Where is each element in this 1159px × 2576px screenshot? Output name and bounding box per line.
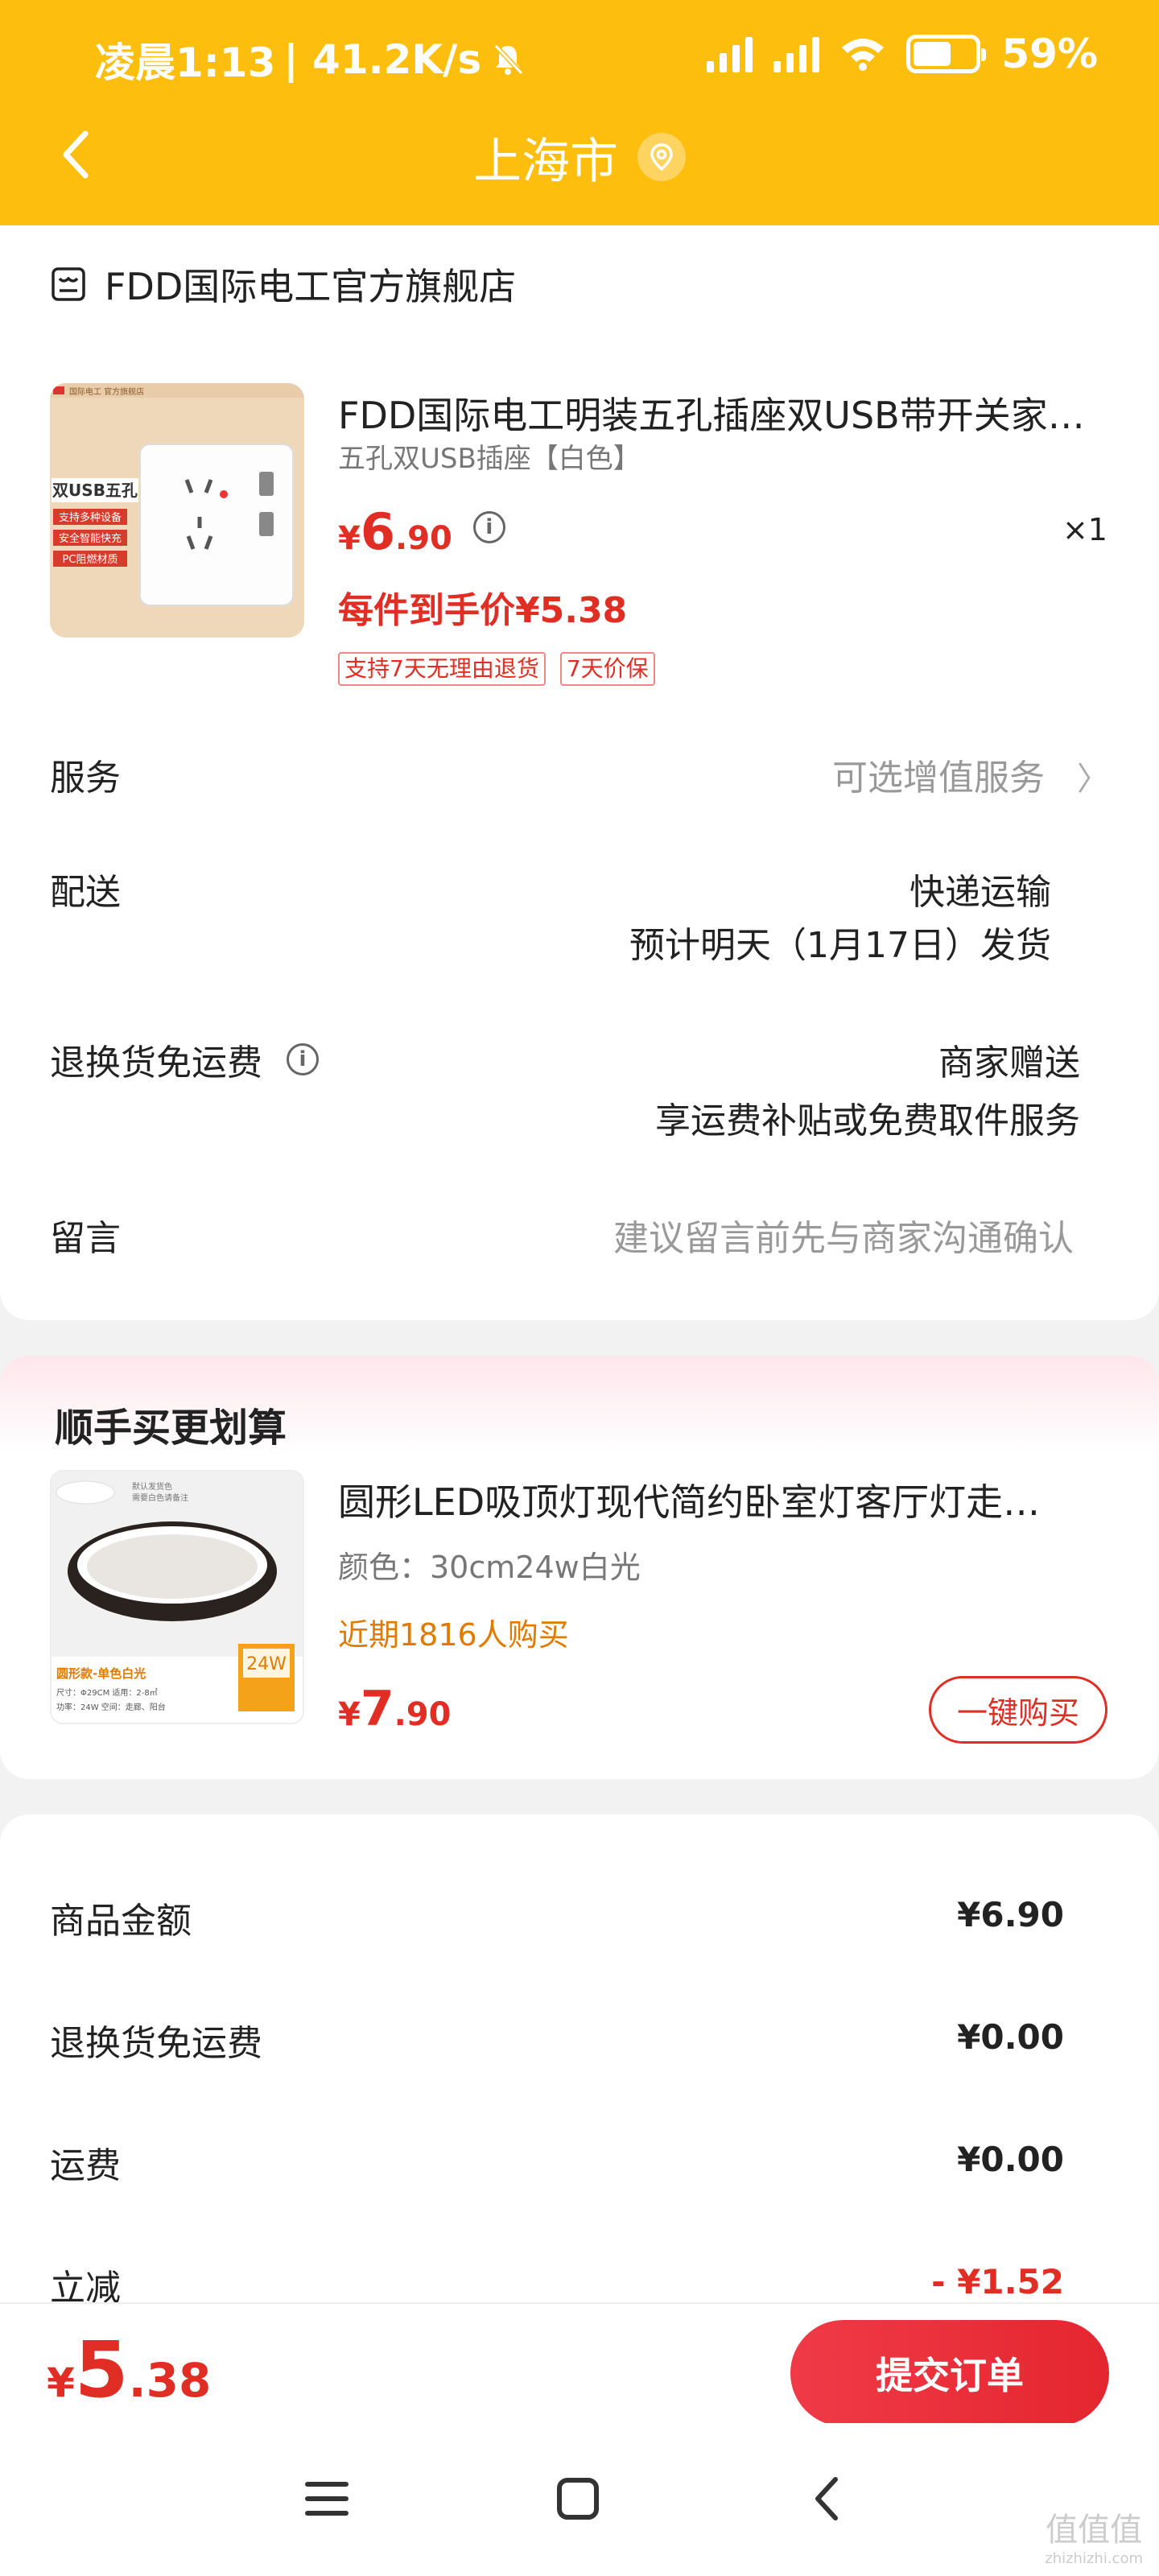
summary-card: 商品金额 ¥6.90 退换货免运费 ¥0.00 运费 ¥0.00 立减 - ¥1…	[0, 1814, 1159, 2309]
bottom-bar: ¥ 5 .38 提交订单	[0, 2302, 1159, 2426]
status-bar: 凌晨1:13 | 41.2K/s 59%	[0, 23, 1159, 90]
recommend-name[interactable]: 圆形LED吸顶灯现代简约卧室灯客厅灯走…	[338, 1473, 1095, 1526]
service-value: 可选增值服务	[832, 758, 1045, 799]
quantity[interactable]: ×1	[1062, 512, 1107, 547]
recommend-card: 顺手买更划算 默认发货色 需要白色请备注 24W 圆形款-单色白光 尺寸：Φ29…	[0, 1356, 1159, 1779]
product-tags: 支持7天无理由退货 7天价保	[338, 652, 655, 686]
signal-icon-2	[773, 35, 820, 72]
system-back-button[interactable]	[806, 2476, 852, 2524]
watermark: 值值值 zhizhizhi.com	[1045, 2504, 1143, 2567]
summary-discount-value: - ¥1.52	[931, 2262, 1064, 2301]
return-value-2: 享运费补贴或免费取件服务	[655, 1100, 1080, 1141]
battery-icon	[906, 35, 987, 73]
summary-shipping-label: 运费	[50, 2145, 121, 2186]
status-net-speed: | 41.2K/s	[283, 36, 482, 83]
price-int: 6	[360, 502, 395, 561]
shop-icon	[52, 267, 85, 301]
total-int: 5	[74, 2325, 129, 2415]
tag-price-protect: 7天价保	[559, 652, 655, 686]
service-selector[interactable]: 可选增值服务 〉	[832, 749, 1109, 800]
svg-text:支持多种设备: 支持多种设备	[59, 511, 122, 524]
rec-price-dec: .90	[394, 1696, 452, 1733]
summary-goods-value: ¥6.90	[957, 1895, 1064, 1934]
shop-name: FDD国际电工官方旗舰店	[105, 265, 517, 308]
signal-icon	[707, 35, 753, 72]
summary-return-label: 退换货免运费	[50, 2023, 262, 2064]
svg-text:尺寸：Φ29CM 适用：2-8㎡: 尺寸：Φ29CM 适用：2-8㎡	[56, 1687, 158, 1698]
price-info-icon[interactable]: i	[472, 510, 505, 543]
delivery-method[interactable]: 快递运输	[909, 863, 1051, 914]
order-card: FDD国际电工官方旗舰店 国际电工 官方旗舰店 双USB五孔 支持多种设备 安全…	[0, 225, 1159, 1320]
message-input[interactable]: 建议留言前先与商家沟通确认	[613, 1209, 1074, 1261]
total-price: ¥ 5 .38	[47, 2325, 211, 2415]
location-button[interactable]	[637, 133, 686, 181]
menu-icon	[305, 2482, 349, 2516]
recommend-title: 顺手买更划算	[55, 1406, 287, 1451]
recommend-price: ¥ 7 .90	[338, 1681, 451, 1737]
watermark-main: 值值值	[1046, 2512, 1143, 2549]
status-right: 59%	[707, 31, 1098, 77]
recommend-image-art: 默认发货色 需要白色请备注 24W 圆形款-单色白光 尺寸：Φ29CM 适用：2…	[52, 1472, 303, 1723]
recommend-spec[interactable]: 颜色：30cm24w白光	[338, 1542, 641, 1587]
svg-text:需要白色请备注: 需要白色请备注	[132, 1492, 188, 1503]
summary-return-value: ¥0.00	[957, 2017, 1064, 2057]
total-dec: .38	[128, 2353, 212, 2408]
rec-price-yen: ¥	[338, 1696, 361, 1733]
delivery-label: 配送	[50, 872, 121, 913]
system-back-icon	[815, 2477, 838, 2520]
total-yen: ¥	[47, 2359, 75, 2406]
header: 凌晨1:13 | 41.2K/s 59% 上海市	[0, 0, 1159, 225]
message-label: 留言	[50, 1218, 121, 1259]
page-title: 上海市	[473, 133, 618, 190]
svg-text:双USB五孔: 双USB五孔	[52, 481, 138, 500]
location-pin-icon	[650, 143, 673, 171]
product-price: ¥ 6 .90 i	[338, 502, 505, 561]
product-image[interactable]: 国际电工 官方旗舰店 双USB五孔 支持多种设备 安全智能快充 PC阻燃材质	[50, 383, 304, 638]
return-value-1: 商家赠送	[938, 1042, 1080, 1084]
shop-row[interactable]: FDD国际电工官方旗舰店	[50, 258, 516, 311]
svg-text:24W: 24W	[246, 1654, 287, 1674]
summary-shipping-value: ¥0.00	[957, 2140, 1064, 2179]
system-nav-bar	[0, 2423, 1159, 2576]
submit-order-button[interactable]: 提交订单	[790, 2320, 1109, 2426]
svg-text:圆形款-单色白光: 圆形款-单色白光	[56, 1666, 146, 1681]
mute-icon	[494, 43, 524, 76]
quick-buy-button[interactable]: 一键购买	[929, 1676, 1107, 1744]
price-dec: .90	[394, 520, 452, 557]
nav-bar: 上海市	[0, 113, 1159, 201]
return-label: 退换货免运费	[50, 1042, 262, 1084]
svg-text:安全智能快充: 安全智能快充	[59, 532, 122, 545]
product-image-art: 国际电工 官方旗舰店 双USB五孔 支持多种设备 安全智能快充 PC阻燃材质	[50, 383, 304, 638]
summary-goods-label: 商品金额	[50, 1901, 192, 1942]
recommend-sales: 近期1816人购买	[338, 1617, 569, 1653]
status-time: 凌晨1:13	[95, 39, 276, 86]
home-icon	[557, 2478, 599, 2520]
chevron-right-icon: 〉	[1077, 761, 1109, 798]
svg-text:国际电工 官方旗舰店: 国际电工 官方旗舰店	[69, 386, 144, 397]
home-button[interactable]	[555, 2476, 600, 2524]
wifi-icon	[842, 39, 885, 71]
svg-text:默认发货色: 默认发货色	[132, 1481, 172, 1492]
svg-text:PC阻燃材质: PC阻燃材质	[63, 553, 118, 566]
rec-price-int: 7	[360, 1681, 394, 1737]
return-label-row: 退换货免运费 i	[50, 1034, 319, 1085]
status-left: 凌晨1:13 | 41.2K/s	[95, 31, 526, 89]
nav-title-wrap: 上海市	[0, 113, 1159, 201]
return-info-icon[interactable]: i	[287, 1043, 319, 1075]
svg-text:功率：24W 空间：走廊、阳台: 功率：24W 空间：走廊、阳台	[56, 1702, 166, 1712]
final-price: 每件到手价¥5.38	[338, 590, 628, 631]
product-title[interactable]: FDD国际电工明装五孔插座双USB带开关家…	[338, 386, 1087, 440]
delivery-eta: 预计明天（1月17日）发货	[629, 925, 1051, 966]
watermark-sub: zhizhizhi.com	[1045, 2550, 1143, 2567]
price-yen: ¥	[338, 520, 361, 557]
tag-return: 支持7天无理由退货	[338, 652, 546, 686]
menu-button[interactable]	[304, 2476, 349, 2524]
product-spec[interactable]: 五孔双USB插座【白色】	[338, 436, 641, 476]
service-label: 服务	[50, 758, 121, 799]
recommend-image[interactable]: 默认发货色 需要白色请备注 24W 圆形款-单色白光 尺寸：Φ29CM 适用：2…	[50, 1470, 304, 1724]
battery-percent: 59%	[1001, 31, 1098, 77]
